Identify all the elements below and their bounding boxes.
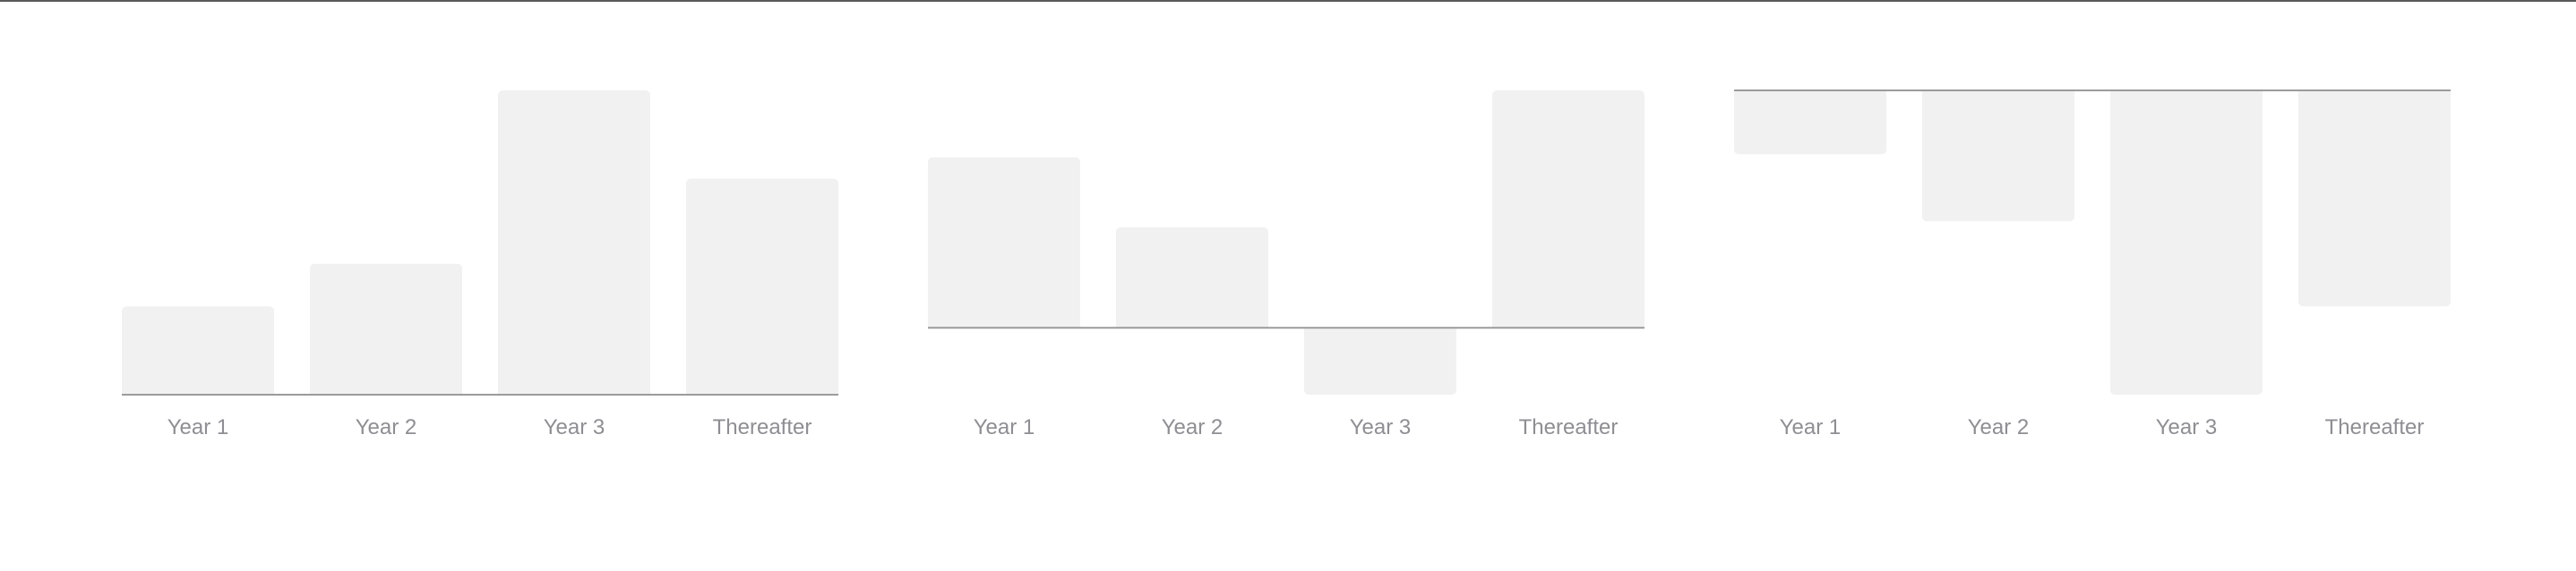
bar-year-1 [1734, 90, 1886, 155]
bar-chart-2: Year 1 Year 2 Year 3 Thereafter [928, 90, 1644, 439]
bar-chart-3: Year 1 Year 2 Year 3 Thereafter [1734, 89, 2451, 439]
x-tick-label: Year 1 [1780, 415, 1842, 439]
x-tick-label: Thereafter [713, 415, 812, 439]
x-tick-label: Thereafter [2325, 415, 2425, 439]
bar-year-1 [122, 306, 274, 395]
x-tick-label: Year 3 [1350, 415, 1412, 439]
x-tick-label: Year 1 [167, 415, 229, 439]
bar-thereafter [686, 178, 838, 395]
x-tick-label: Year 2 [356, 415, 417, 439]
x-tick-label: Year 3 [544, 415, 605, 439]
bar-year-1 [928, 157, 1080, 328]
bar-year-3 [498, 90, 650, 395]
bar-charts: Year 1 Year 2 Year 3 Thereafter Year 1 Year 2… [122, 89, 2451, 439]
x-tick-label: Year 3 [2156, 415, 2218, 439]
x-tick-label: Year 2 [1968, 415, 2030, 439]
x-tick-label: Year 2 [1162, 415, 1224, 439]
x-tick-label: Thereafter [1519, 415, 1619, 439]
bar-year-3 [2110, 90, 2263, 395]
bar-thereafter [2298, 90, 2451, 307]
bar-year-3 [1304, 328, 1456, 395]
bar-year-2 [1922, 90, 2074, 222]
bar-year-2 [1116, 227, 1268, 328]
bar-chart-1: Year 1 Year 2 Year 3 Thereafter [122, 90, 838, 439]
bar-year-2 [310, 263, 462, 395]
x-tick-label: Year 1 [974, 415, 1035, 439]
bar-thereafter [1492, 90, 1644, 328]
